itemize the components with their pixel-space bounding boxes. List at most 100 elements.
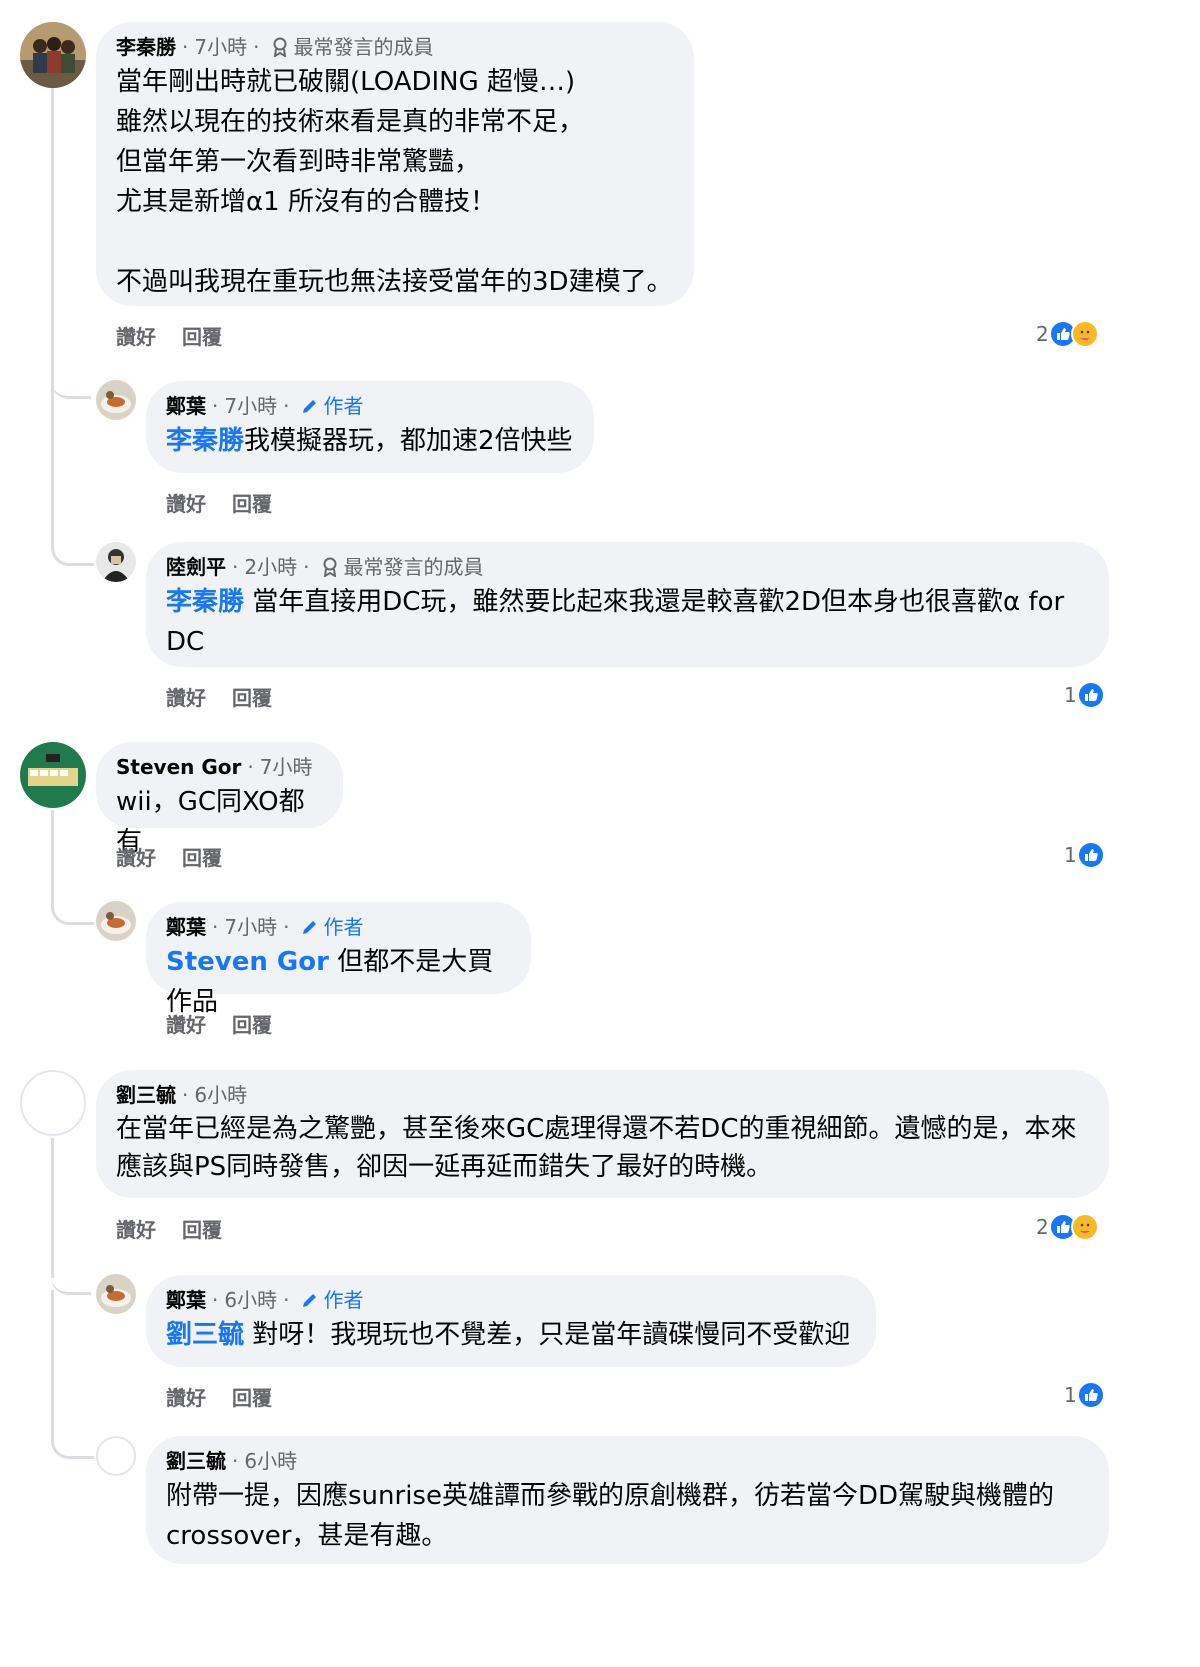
reply-button[interactable]: 回覆 <box>182 322 222 352</box>
commenter-name[interactable]: 李秦勝 <box>116 32 176 62</box>
commenter-name[interactable]: 劉三毓 <box>166 1446 226 1476</box>
author-badge: 作者 <box>301 391 363 421</box>
comment-text: 在當年已經是為之驚艷，甚至後來GC處理得還不若DC的重視細節。遺憾的是，本來應該… <box>116 1114 1077 1182</box>
commenter-name[interactable]: Steven Gor <box>116 752 241 782</box>
comment-actions: 讚好 回覆 <box>116 322 222 352</box>
avatar[interactable] <box>96 901 136 941</box>
like-button[interactable]: 讚好 <box>166 1010 206 1040</box>
avatar[interactable] <box>96 380 136 420</box>
comment-bubble: Steven Gor · 7小時 wii，GC同XO都有 <box>96 742 343 857</box>
comment-text: 李秦勝我模擬器玩，都加速2倍快些 <box>166 426 573 456</box>
comment-text: 當年剛出時就已破關(LOADING 超慢…) 雖然以現在的技術來看是真的非常不足… <box>116 67 673 297</box>
comment-meta: 鄭葉 · 6小時 · 作者 <box>166 1285 856 1315</box>
comment-actions: 讚好 回覆 <box>116 1215 222 1245</box>
like-button[interactable]: 讚好 <box>116 322 156 352</box>
reply-bubble: 陸劍平 · 2小時 · 最常發言的成員 李秦勝 當年直接用DC玩，雖然要比起來我… <box>146 542 1109 667</box>
comment-time[interactable]: 6小時 <box>224 1285 277 1315</box>
reply-bubble: 鄭葉 · 7小時 · 作者 李秦勝我模擬器玩，都加速2倍快些 <box>146 381 594 473</box>
reaction-summary[interactable]: 1 <box>1064 840 1105 870</box>
reply-button[interactable]: 回覆 <box>182 1215 222 1245</box>
comment-bubble: 李秦勝 · 7小時 · 最常發言的成員 當年剛出時就已破關(LOADING 超慢… <box>96 22 694 306</box>
award-icon <box>273 37 287 57</box>
comment-meta: 劉三毓 · 6小時 <box>116 1080 1089 1110</box>
award-icon <box>323 557 337 577</box>
reply-button[interactable]: 回覆 <box>232 1383 272 1413</box>
pencil-icon <box>303 921 317 934</box>
reply-button[interactable]: 回覆 <box>232 1010 272 1040</box>
comment-time[interactable]: 7小時 <box>260 752 313 782</box>
avatar[interactable] <box>20 22 86 88</box>
reaction-count: 1 <box>1064 1383 1077 1407</box>
reaction-count: 1 <box>1064 843 1077 867</box>
comment-meta: 劉三毓 · 6小時 <box>166 1446 1089 1476</box>
mention-link[interactable]: 劉三毓 <box>166 1320 244 1350</box>
care-reaction-icon <box>1070 320 1099 348</box>
reaction-count: 2 <box>1036 322 1049 346</box>
thread-line <box>51 88 54 393</box>
reaction-summary[interactable]: 1 <box>1064 680 1105 710</box>
like-reaction-icon <box>1076 1381 1105 1409</box>
like-button[interactable]: 讚好 <box>116 1215 156 1245</box>
thread-line <box>51 1138 54 1278</box>
reaction-count: 1 <box>1064 683 1077 707</box>
comment-text: 劉三毓 對呀！我現玩也不覺差，只是當年讀碟慢同不受歡迎 <box>166 1320 851 1350</box>
comment-meta: 鄭葉 · 7小時 · 作者 <box>166 912 511 942</box>
comment-meta: 李秦勝 · 7小時 · 最常發言的成員 <box>116 32 674 62</box>
thread-connector <box>51 880 94 925</box>
like-button[interactable]: 讚好 <box>166 489 206 519</box>
reaction-summary[interactable]: 2 <box>1036 319 1099 349</box>
like-button[interactable]: 讚好 <box>116 843 156 873</box>
comment-actions: 讚好 回覆 <box>166 1383 272 1413</box>
reply-bubble: 劉三毓 · 6小時 附帶一提，因應sunrise英雄譚而參戰的原創機群，彷若當今… <box>146 1436 1109 1564</box>
pencil-icon <box>303 1294 317 1307</box>
avatar[interactable] <box>20 1070 86 1136</box>
mention-link[interactable]: Steven Gor <box>166 947 329 977</box>
comment-actions: 讚好 回覆 <box>116 843 222 873</box>
like-reaction-icon <box>1076 841 1105 869</box>
reaction-count: 2 <box>1036 1215 1049 1239</box>
mention-link[interactable]: 李秦勝 <box>166 426 244 456</box>
thread-connector <box>51 393 94 566</box>
commenter-name[interactable]: 鄭葉 <box>166 912 206 942</box>
avatar[interactable] <box>96 1436 136 1476</box>
mention-link[interactable]: 李秦勝 <box>166 587 244 617</box>
comment-time[interactable]: 7小時 <box>224 391 277 421</box>
commenter-name[interactable]: 鄭葉 <box>166 1285 206 1315</box>
reply-bubble: 鄭葉 · 7小時 · 作者 Steven Gor 但都不是大買作品 <box>146 902 531 1017</box>
author-badge: 作者 <box>301 1285 363 1315</box>
comment-actions: 讚好 回覆 <box>166 489 272 519</box>
reaction-summary[interactable]: 1 <box>1064 1380 1105 1410</box>
comment-time[interactable]: 7小時 <box>224 912 277 942</box>
thread-connector <box>51 1290 94 1459</box>
like-button[interactable]: 讚好 <box>166 1383 206 1413</box>
top-contributor-badge: 最常發言的成員 <box>321 552 483 582</box>
avatar[interactable] <box>96 542 136 582</box>
reply-button[interactable]: 回覆 <box>232 683 272 713</box>
comment-bubble: 劉三毓 · 6小時 在當年已經是為之驚艷，甚至後來GC處理得還不若DC的重視細節… <box>96 1070 1109 1198</box>
reply-button[interactable]: 回覆 <box>232 489 272 519</box>
reply-button[interactable]: 回覆 <box>182 843 222 873</box>
comment-time[interactable]: 6小時 <box>194 1080 247 1110</box>
like-reaction-icon <box>1076 681 1105 709</box>
comment-time[interactable]: 2小時 <box>244 552 297 582</box>
like-button[interactable]: 讚好 <box>166 683 206 713</box>
comment-meta: Steven Gor · 7小時 <box>116 752 323 782</box>
pencil-icon <box>303 400 317 413</box>
author-badge: 作者 <box>301 912 363 942</box>
comment-meta: 鄭葉 · 7小時 · 作者 <box>166 391 574 421</box>
reaction-summary[interactable]: 2 <box>1036 1212 1099 1242</box>
comment-time[interactable]: 7小時 <box>194 32 247 62</box>
commenter-name[interactable]: 劉三毓 <box>116 1080 176 1110</box>
comment-meta: 陸劍平 · 2小時 · 最常發言的成員 <box>166 552 1089 582</box>
comment-text: 附帶一提，因應sunrise英雄譚而參戰的原創機群，彷若當今DD駕駛與機體的cr… <box>166 1481 1054 1551</box>
care-reaction-icon <box>1070 1213 1099 1241</box>
commenter-name[interactable]: 鄭葉 <box>166 391 206 421</box>
comment-actions: 讚好 回覆 <box>166 1010 272 1040</box>
comment-actions: 讚好 回覆 <box>166 683 272 713</box>
commenter-name[interactable]: 陸劍平 <box>166 552 226 582</box>
top-contributor-badge: 最常發言的成員 <box>271 32 433 62</box>
avatar[interactable] <box>20 742 86 808</box>
comment-time[interactable]: 6小時 <box>244 1446 297 1476</box>
avatar[interactable] <box>96 1274 136 1314</box>
reply-bubble: 鄭葉 · 6小時 · 作者 劉三毓 對呀！我現玩也不覺差，只是當年讀碟慢同不受歡… <box>146 1275 876 1367</box>
